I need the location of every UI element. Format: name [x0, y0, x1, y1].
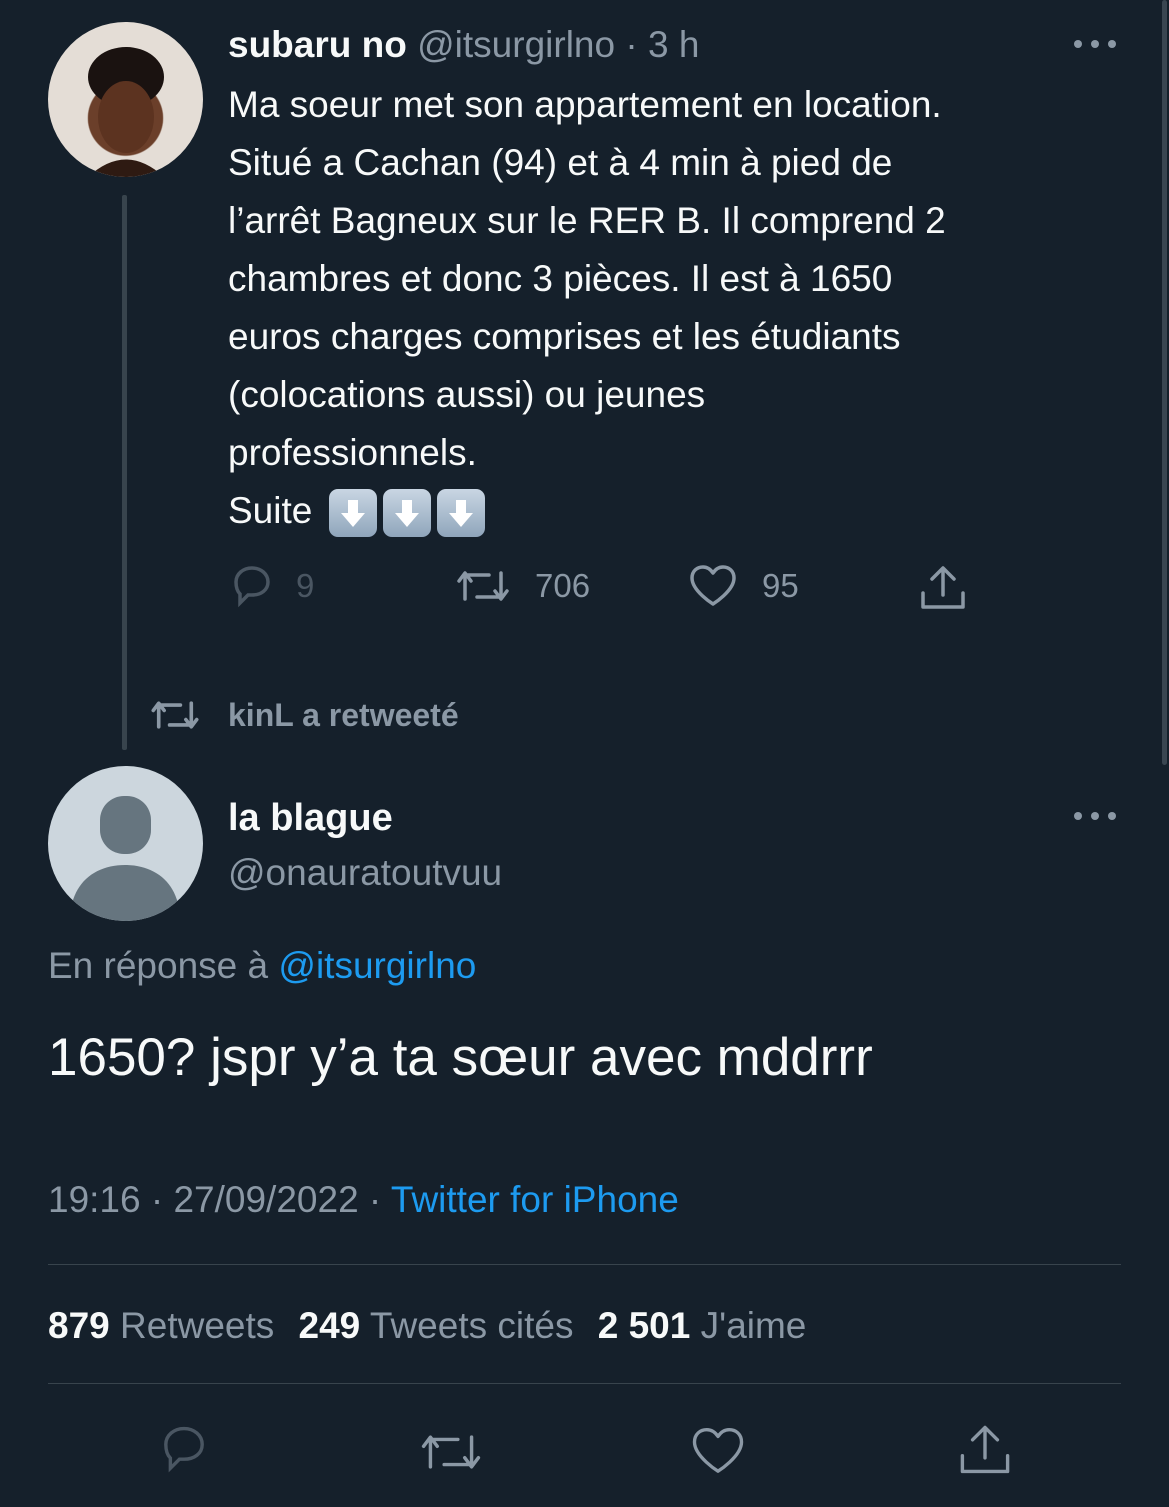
tweet-line: Situé a Cachan (94) et à 4 min à pied de — [228, 142, 893, 183]
retweet-action[interactable]: 706 — [455, 563, 590, 609]
like-button[interactable] — [690, 1426, 746, 1476]
reply-action[interactable]: 9 — [228, 563, 314, 609]
heart-icon — [692, 1428, 744, 1473]
reply-to-link[interactable]: @itsurgirlno — [278, 945, 476, 986]
tweet-time[interactable]: · 3 h — [625, 24, 699, 65]
engagement-stats: 879 Retweets 249 Tweets cités 2 501 J'ai… — [48, 1302, 806, 1350]
avatar-la-blague[interactable] — [48, 766, 203, 921]
tweet-body: Ma soeur met son appartement en location… — [228, 76, 946, 540]
like-count: 95 — [762, 567, 799, 604]
tweet-line: professionnels. — [228, 432, 477, 473]
like-action[interactable]: 95 — [688, 563, 799, 609]
quotes-label: Tweets cités — [369, 1305, 574, 1346]
divider — [48, 1264, 1121, 1265]
reply-icon — [164, 1426, 204, 1473]
thread-line — [122, 195, 127, 750]
heart-icon — [688, 564, 738, 608]
tweet-header: subaru no @itsurgirlno · 3 h — [228, 22, 699, 68]
reply-icon — [228, 564, 276, 608]
divider — [48, 1383, 1121, 1384]
likes-stat[interactable]: 2 501 J'aime — [598, 1305, 807, 1346]
quotes-stat[interactable]: 249 Tweets cités — [299, 1305, 584, 1346]
suite-line: Suite — [228, 482, 946, 540]
avatar-subaru[interactable] — [48, 22, 203, 177]
timestamp[interactable]: 19:16 · 27/09/2022 · — [48, 1179, 381, 1220]
retweets-label: Retweets — [120, 1305, 275, 1346]
likes-count: 2 501 — [597, 1305, 691, 1346]
retweet-button[interactable] — [418, 1428, 484, 1476]
tweet-meta: 19:16 · 27/09/2022 · Twitter for iPhone — [48, 1176, 679, 1224]
tweet-line: (colocations aussi) ou jeunes — [228, 374, 706, 415]
tweet-line: chambres et donc 3 pièces. Il est à 1650 — [228, 258, 893, 299]
retweet-count: 706 — [535, 567, 591, 604]
reply-count: 9 — [296, 567, 315, 604]
retweet-icon — [421, 1435, 481, 1469]
retweet-notice-text: kinL a retweeté — [228, 696, 459, 733]
tweet-line: euros charges comprises et les étudiants — [228, 316, 901, 357]
more-options-icon[interactable] — [1072, 38, 1118, 50]
share-icon[interactable] — [918, 565, 968, 611]
reply-context: En réponse à @itsurgirlno — [48, 942, 476, 990]
suite-label: Suite — [228, 490, 313, 531]
retweet-icon — [455, 565, 511, 607]
source-link[interactable]: Twitter for iPhone — [391, 1179, 679, 1220]
reply-button[interactable] — [156, 1424, 212, 1474]
avatar-portrait-icon — [88, 47, 164, 177]
tweet-line: l’arrêt Bagneux sur le RER B. Il compren… — [228, 200, 946, 241]
retweets-count: 879 — [48, 1305, 110, 1346]
share-button[interactable] — [956, 1424, 1014, 1476]
tweet-text: 1650? jspr y’a ta sœur avec mddrrr — [48, 1028, 873, 1087]
tweet-line: Ma soeur met son appartement en location… — [228, 84, 942, 125]
retweet-notice[interactable]: kinL a retweeté — [148, 693, 459, 737]
more-options-icon[interactable] — [1072, 810, 1118, 822]
default-avatar-icon — [70, 796, 180, 921]
down-arrow-emoji-icon — [328, 489, 377, 538]
handle[interactable]: @itsurgirlno — [417, 24, 615, 65]
display-name[interactable]: subaru no — [228, 24, 407, 65]
down-arrow-emoji-icon — [436, 489, 485, 538]
down-arrow-emoji-icon — [382, 489, 431, 538]
handle[interactable]: @onauratoutvuu — [228, 850, 502, 896]
share-icon — [960, 1425, 1010, 1474]
quotes-count: 249 — [298, 1305, 361, 1346]
retweets-stat[interactable]: 879 Retweets — [48, 1305, 285, 1346]
display-name[interactable]: la blague — [228, 795, 393, 841]
reply-prefix: En réponse à — [48, 945, 269, 986]
retweet-icon — [148, 696, 202, 734]
scrollbar[interactable] — [1162, 0, 1167, 765]
likes-label: J'aime — [700, 1305, 807, 1346]
